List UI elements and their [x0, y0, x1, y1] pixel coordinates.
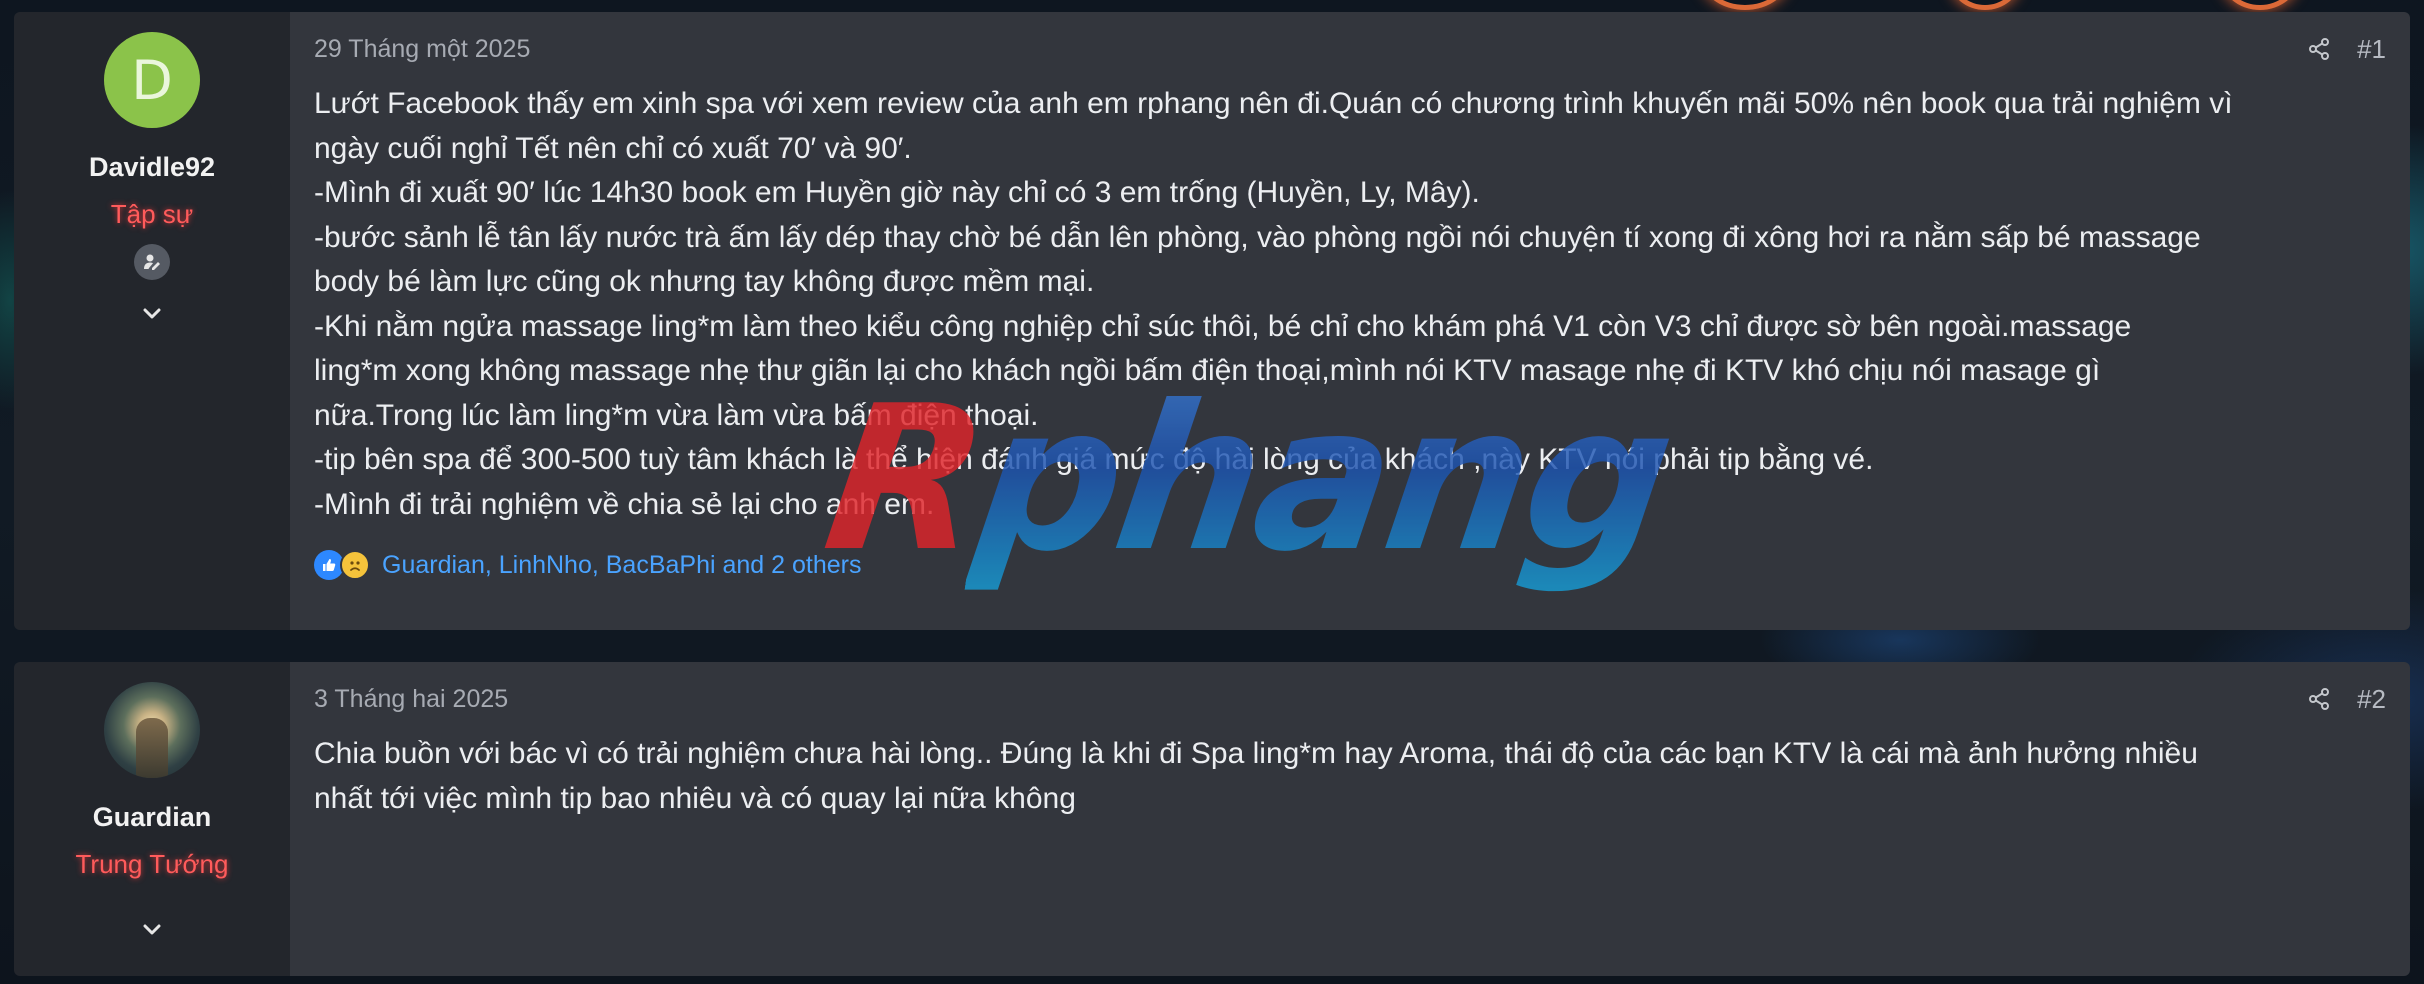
post-meta: 29 Tháng một 2025 #1	[314, 34, 2386, 64]
post-2: Guardian Trung Tướng 3 Tháng hai 2025 #2…	[14, 662, 2410, 976]
post-number[interactable]: #1	[2357, 34, 2386, 65]
post-actions: #2	[2307, 684, 2386, 715]
post-date[interactable]: 3 Tháng hai 2025	[314, 685, 508, 714]
chevron-down-icon[interactable]	[138, 920, 166, 940]
post-actions: #1	[2307, 34, 2386, 65]
background-decoration	[1700, 0, 1790, 10]
user-edit-icon-svg	[144, 254, 160, 270]
post-1: D Davidle92 Tập sự 29 Tháng một 2025 #1 …	[14, 12, 2410, 630]
user-title: Trung Tướng	[75, 849, 229, 879]
share-icon[interactable]	[2307, 37, 2331, 61]
post-user-panel: D Davidle92 Tập sự	[14, 12, 290, 630]
reaction-users-link[interactable]: Guardian, LinhNho, BacBaPhi and 2 others	[382, 551, 861, 580]
post-meta: 3 Tháng hai 2025 #2	[314, 684, 2386, 714]
reactions-bar: Guardian, LinhNho, BacBaPhi and 2 others	[314, 550, 861, 580]
user-title: Tập sự	[110, 199, 194, 229]
post-user-panel: Guardian Trung Tướng	[14, 662, 290, 976]
post-message: 3 Tháng hai 2025 #2 Chia buồn với bác vì…	[290, 662, 2410, 976]
username[interactable]: Guardian	[93, 802, 212, 833]
post-body: Chia buồn với bác vì có trải nghiệm chưa…	[314, 737, 2198, 815]
background-decoration	[1950, 0, 2020, 10]
share-icon[interactable]	[2307, 687, 2331, 711]
thread-page: D Davidle92 Tập sự 29 Tháng một 2025 #1 …	[0, 0, 2424, 984]
avatar-letter: D	[131, 48, 173, 112]
post-body: Lướt Facebook thấy em xinh spa với xem r…	[314, 87, 2233, 521]
avatar[interactable]	[104, 682, 200, 778]
sad-face-icon	[340, 550, 370, 580]
avatar[interactable]: D	[104, 32, 200, 128]
post-message: 29 Tháng một 2025 #1 Lướt Facebook thấy …	[290, 12, 2410, 630]
username[interactable]: Davidle92	[89, 152, 215, 183]
user-edit-icon	[134, 244, 170, 280]
post-date[interactable]: 29 Tháng một 2025	[314, 35, 530, 64]
background-decoration	[2220, 0, 2300, 10]
chevron-down-icon[interactable]	[138, 304, 166, 324]
post-number[interactable]: #2	[2357, 684, 2386, 715]
